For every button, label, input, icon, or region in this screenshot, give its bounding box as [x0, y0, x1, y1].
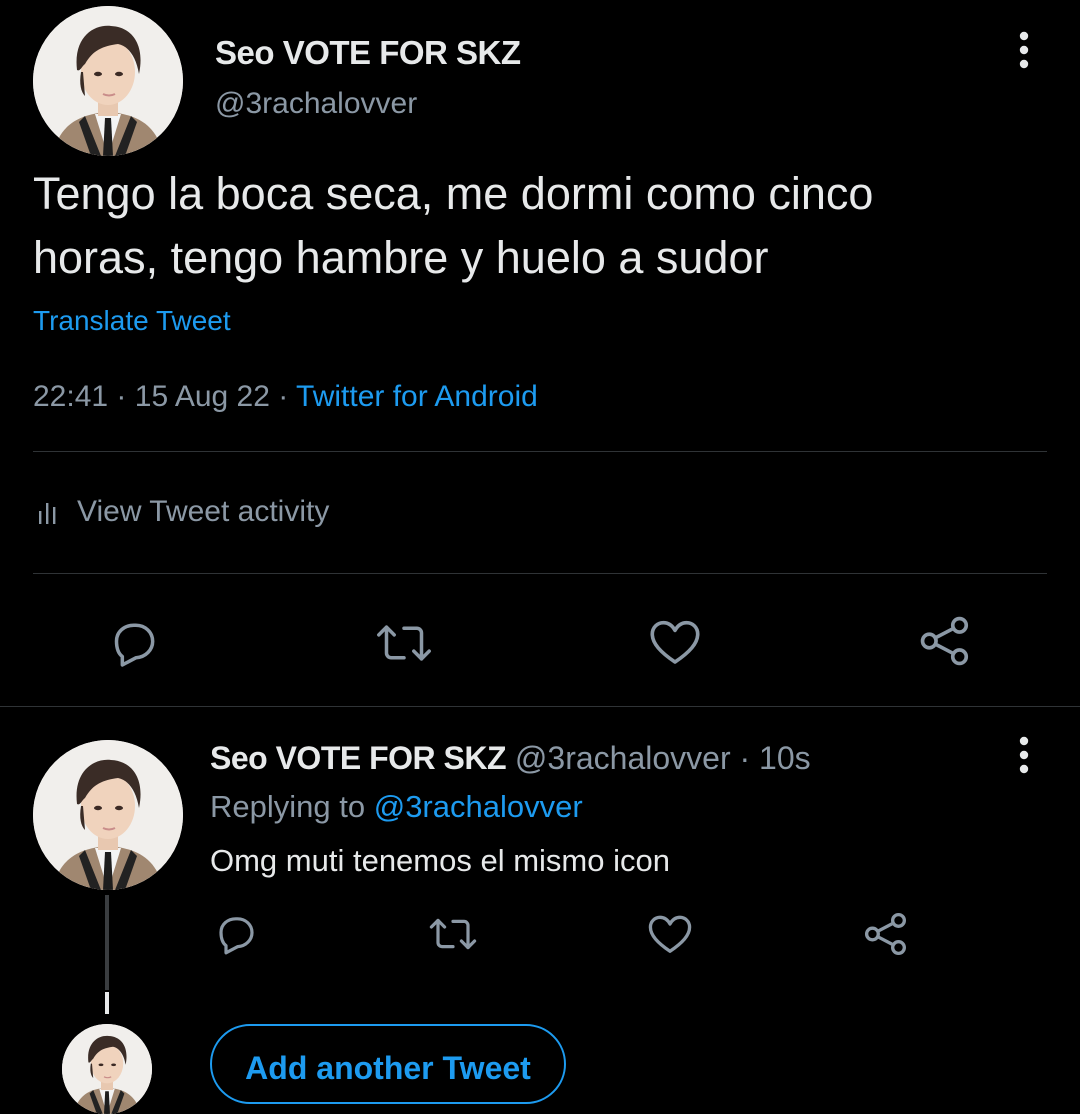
reply-icon[interactable] [106, 615, 162, 671]
share-icon[interactable] [916, 612, 974, 670]
main-tweet-avatar[interactable] [33, 6, 183, 156]
retweet-icon[interactable] [372, 615, 436, 671]
reply-icon[interactable] [212, 910, 260, 958]
like-icon[interactable] [646, 613, 704, 671]
view-tweet-activity-label: View Tweet activity [77, 495, 330, 528]
replying-to-handle-link[interactable]: @3rachalovver [374, 789, 583, 824]
avatar-image [33, 740, 183, 890]
like-icon[interactable] [645, 909, 695, 959]
thread-connector-tick [105, 992, 109, 1014]
add-another-tweet-button[interactable]: Add another Tweet [210, 1024, 566, 1104]
bar-chart-icon [33, 497, 63, 527]
view-tweet-activity[interactable]: View Tweet activity [33, 490, 329, 534]
composer-avatar[interactable] [62, 1024, 152, 1114]
main-tweet-display-name[interactable]: Seo VOTE FOR SKZ [215, 34, 521, 72]
reply-tweet-time: · 10s [739, 740, 811, 776]
tweet-time: 22:41 [33, 380, 109, 413]
divider [0, 706, 1080, 707]
reply-tweet-text: Omg muti tenemos el mismo icon [210, 843, 670, 878]
main-tweet-text: Tengo la boca seca, me dormi como cinco … [33, 168, 874, 283]
retweet-icon[interactable] [426, 910, 480, 958]
tweet-source-link[interactable]: Twitter for Android [296, 380, 538, 413]
reply-tweet-handle[interactable]: @3rachalovver [515, 740, 731, 776]
tweet-metadata: 22:41 · 15 Aug 22 · Twitter for Android [33, 380, 538, 414]
thread-connector-line [105, 895, 109, 990]
translate-tweet-link[interactable]: Translate Tweet [33, 305, 231, 337]
share-icon[interactable] [861, 909, 911, 959]
replying-to-prefix: Replying to [210, 789, 366, 824]
replying-to: Replying to @3rachalovver [210, 789, 583, 825]
divider [33, 573, 1047, 574]
meta-separator: · [278, 380, 289, 413]
reply-tweet-more-icon[interactable] [1012, 735, 1036, 775]
reply-tweet-display-name[interactable]: Seo VOTE FOR SKZ [210, 740, 507, 776]
divider [33, 451, 1047, 452]
main-tweet-handle[interactable]: @3rachalovver [215, 87, 417, 121]
add-another-tweet-label: Add another Tweet [245, 1050, 531, 1086]
main-tweet-more-icon[interactable] [1012, 30, 1036, 70]
avatar-image [33, 6, 183, 156]
meta-separator: · [116, 380, 127, 413]
avatar-image [62, 1024, 152, 1114]
tweet-date: 15 Aug 22 [134, 380, 270, 413]
reply-tweet-header: Seo VOTE FOR SKZ @3rachalovver · 10s [210, 740, 811, 777]
reply-tweet-avatar[interactable] [33, 740, 183, 890]
